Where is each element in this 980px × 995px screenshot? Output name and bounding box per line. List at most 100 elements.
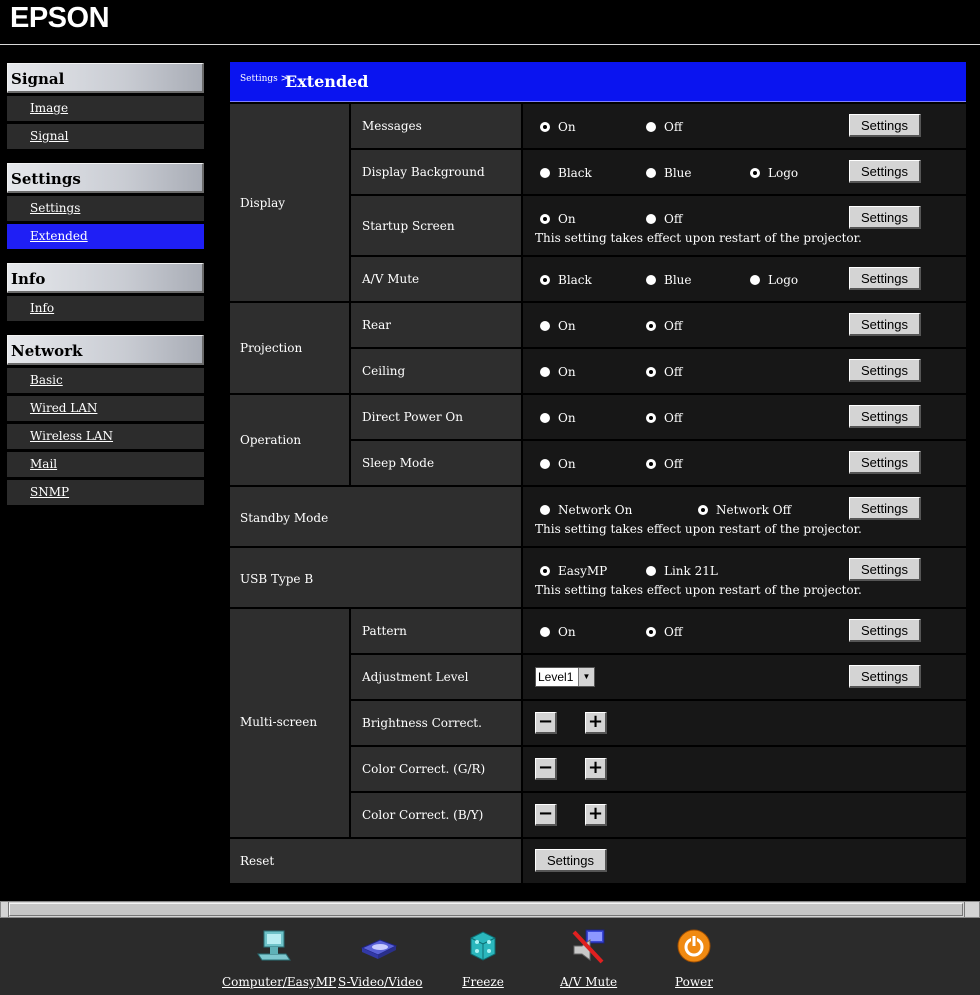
settings-button-av-mute[interactable]: Settings: [849, 267, 921, 290]
radio-dot[interactable]: [540, 214, 550, 224]
computer-easymp-button[interactable]: Computer/EasyMP: [222, 926, 336, 989]
color-by-plus-button[interactable]: +: [585, 804, 607, 826]
radio-label: On: [558, 625, 576, 639]
radio-dot[interactable]: [646, 321, 656, 331]
radio-label: Off: [664, 457, 683, 471]
radio-dot[interactable]: [646, 459, 656, 469]
radio-label: Off: [664, 625, 683, 639]
sidebar-item-snmp[interactable]: SNMP: [7, 480, 204, 505]
radio-usb-easymp[interactable]: EasyMP: [540, 564, 607, 578]
sidebar-item-extended[interactable]: Extended: [7, 224, 204, 249]
adjustment-level-select[interactable]: Level1 ▼: [535, 667, 595, 687]
radio-direct-power-on-on[interactable]: On: [540, 411, 576, 425]
radio-messages-on[interactable]: On: [540, 120, 576, 134]
sidebar-group-title: Info: [7, 263, 204, 293]
horizontal-scrollbar[interactable]: [0, 901, 980, 918]
label: Ceiling: [362, 364, 406, 378]
freeze-button[interactable]: Freeze: [460, 926, 506, 989]
radio-dot[interactable]: [540, 321, 550, 331]
radio-sleep-mode-off[interactable]: Off: [646, 457, 682, 471]
radio-dot[interactable]: [646, 214, 656, 224]
radio-dot[interactable]: [646, 627, 656, 637]
sidebar: Signal Image Signal Settings Settings Ex…: [7, 63, 204, 519]
scroll-thumb[interactable]: [9, 903, 963, 916]
radio-pattern-off[interactable]: Off: [646, 625, 682, 639]
settings-button-sleep-mode[interactable]: Settings: [849, 451, 921, 474]
settings-button-startup-screen[interactable]: Settings: [849, 206, 921, 229]
radio-dot[interactable]: [646, 566, 656, 576]
sidebar-item-settings[interactable]: Settings: [7, 196, 204, 221]
settings-button-direct-power-on[interactable]: Settings: [849, 405, 921, 428]
sidebar-item-image[interactable]: Image: [7, 96, 204, 121]
radio-dot[interactable]: [646, 275, 656, 285]
radio-dot[interactable]: [646, 122, 656, 132]
radio-pattern-on[interactable]: On: [540, 625, 576, 639]
row-label-brightness-correct: Brightness Correct.: [351, 701, 521, 745]
radio-dot[interactable]: [646, 413, 656, 423]
radio-usb-link21l[interactable]: Link 21L: [646, 564, 718, 578]
settings-button-pattern[interactable]: Settings: [849, 619, 921, 642]
sidebar-item-basic[interactable]: Basic: [7, 368, 204, 393]
radio-ceiling-on[interactable]: On: [540, 365, 576, 379]
sidebar-item-wired-lan[interactable]: Wired LAN: [7, 396, 204, 421]
radio-dot[interactable]: [540, 459, 550, 469]
av-mute-button[interactable]: A/V Mute: [560, 926, 617, 989]
scroll-right-button[interactable]: [964, 902, 979, 917]
radio-messages-off[interactable]: Off: [646, 120, 682, 134]
radio-display-background-logo[interactable]: Logo: [750, 166, 798, 180]
radio-dot[interactable]: [750, 275, 760, 285]
chevron-down-icon[interactable]: ▼: [578, 668, 594, 686]
power-button[interactable]: Power: [672, 926, 716, 989]
radio-dot[interactable]: [540, 505, 550, 515]
color-gr-plus-button[interactable]: +: [585, 758, 607, 780]
radio-dot[interactable]: [540, 168, 550, 178]
radio-startup-screen-on[interactable]: On: [540, 212, 576, 226]
radio-direct-power-on-off[interactable]: Off: [646, 411, 682, 425]
svideo-video-button[interactable]: S-Video/Video: [338, 926, 423, 989]
color-by-minus-button[interactable]: −: [535, 804, 557, 826]
radio-standby-network-off[interactable]: Network Off: [698, 503, 791, 517]
radio-dot[interactable]: [540, 413, 550, 423]
radio-dot[interactable]: [540, 275, 550, 285]
radio-ceiling-off[interactable]: Off: [646, 365, 682, 379]
radio-rear-off[interactable]: Off: [646, 319, 682, 333]
power-icon: [677, 929, 711, 963]
section-projection: Projection: [230, 303, 349, 393]
settings-button-adjustment-level[interactable]: Settings: [849, 665, 921, 688]
settings-button-messages[interactable]: Settings: [849, 114, 921, 137]
radio-dot[interactable]: [540, 627, 550, 637]
radio-dot[interactable]: [750, 168, 760, 178]
radio-dot[interactable]: [646, 168, 656, 178]
radio-display-background-black[interactable]: Black: [540, 166, 592, 180]
settings-button-display-background[interactable]: Settings: [849, 160, 921, 183]
sidebar-item-mail[interactable]: Mail: [7, 452, 204, 477]
radio-av-mute-blue[interactable]: Blue: [646, 273, 692, 287]
radio-dot[interactable]: [646, 367, 656, 377]
radio-rear-on[interactable]: On: [540, 319, 576, 333]
label: A/V Mute: [362, 272, 420, 286]
radio-av-mute-black[interactable]: Black: [540, 273, 592, 287]
settings-button-usb-type-b[interactable]: Settings: [849, 558, 921, 581]
sidebar-item-info[interactable]: Info: [7, 296, 204, 321]
radio-dot[interactable]: [540, 367, 550, 377]
sidebar-item-wireless-lan[interactable]: Wireless LAN: [7, 424, 204, 449]
settings-button-rear[interactable]: Settings: [849, 313, 921, 336]
radio-display-background-blue[interactable]: Blue: [646, 166, 692, 180]
radio-startup-screen-off[interactable]: Off: [646, 212, 682, 226]
color-gr-minus-button[interactable]: −: [535, 758, 557, 780]
sidebar-item-signal[interactable]: Signal: [7, 124, 204, 149]
reset-settings-button[interactable]: Settings: [535, 849, 607, 872]
radio-dot[interactable]: [540, 566, 550, 576]
radio-dot[interactable]: [698, 505, 708, 515]
scroll-left-button[interactable]: [1, 902, 9, 917]
row-label-ceiling: Ceiling: [351, 349, 521, 393]
radio-standby-network-on[interactable]: Network On: [540, 503, 632, 517]
brightness-plus-button[interactable]: +: [585, 712, 607, 734]
brightness-minus-button[interactable]: −: [535, 712, 557, 734]
restart-note: This setting takes effect upon restart o…: [535, 522, 862, 536]
settings-button-standby-mode[interactable]: Settings: [849, 497, 921, 520]
radio-sleep-mode-on[interactable]: On: [540, 457, 576, 471]
settings-button-ceiling[interactable]: Settings: [849, 359, 921, 382]
radio-av-mute-logo[interactable]: Logo: [750, 273, 798, 287]
radio-dot[interactable]: [540, 122, 550, 132]
